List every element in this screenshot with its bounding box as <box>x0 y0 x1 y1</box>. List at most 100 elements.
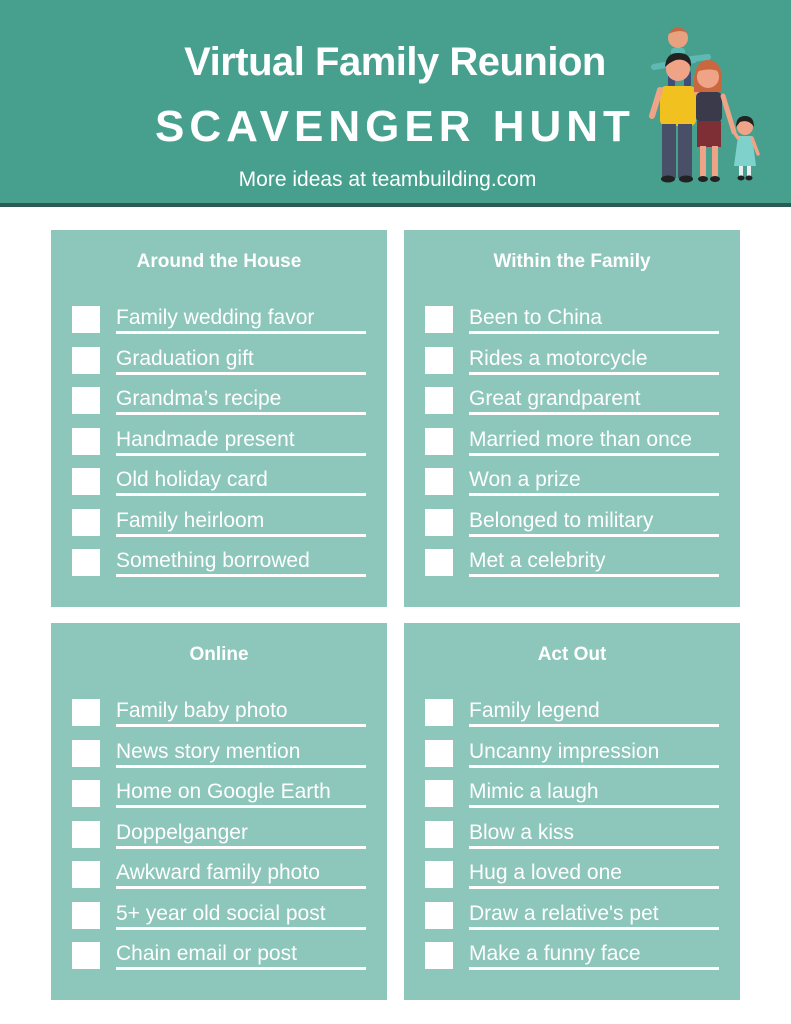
item-label: Graduation gift <box>116 345 366 375</box>
list-item: Belonged to military <box>425 507 725 548</box>
checkbox[interactable] <box>425 549 453 576</box>
item-label: Rides a motorcycle <box>469 345 719 375</box>
item-label: Mimic a laugh <box>469 778 719 808</box>
checkbox[interactable] <box>425 387 453 414</box>
section-within-the-family: Within the Family Been to China Rides a … <box>404 230 740 607</box>
checkbox[interactable] <box>72 427 100 455</box>
list-item: News story mention <box>72 738 372 779</box>
checkbox[interactable] <box>72 387 100 414</box>
list-item: Rides a motorcycle <box>425 345 725 386</box>
checklist: Been to China Rides a motorcycle Great g… <box>425 304 725 588</box>
family-illustration-icon <box>649 27 760 183</box>
list-item: Home on Google Earth <box>72 778 372 819</box>
checklist: Family baby photo News story mention Hom… <box>72 697 372 981</box>
list-item: Something borrowed <box>72 547 372 588</box>
item-label: News story mention <box>116 738 366 768</box>
item-label: Grandma’s recipe <box>116 385 366 415</box>
list-item: Grandma’s recipe <box>72 385 372 426</box>
list-item: Married more than once <box>425 426 725 467</box>
item-label: Belonged to military <box>469 507 719 537</box>
checkbox[interactable] <box>72 780 100 807</box>
checkbox[interactable] <box>425 468 453 495</box>
section-online: Online Family baby photo News story ment… <box>51 623 387 1000</box>
item-label: Uncanny impression <box>469 738 719 768</box>
list-item: Family baby photo <box>72 697 372 738</box>
item-label: Doppelganger <box>116 819 366 849</box>
tagline-link[interactable]: More ideas at teambuilding.com <box>100 166 675 194</box>
header-banner: Virtual Family Reunion SCAVENGER HUNT Mo… <box>0 0 791 203</box>
item-label: Old holiday card <box>116 466 366 496</box>
checkbox[interactable] <box>72 820 100 848</box>
checkbox[interactable] <box>425 306 453 333</box>
section-title: Around the House <box>136 251 302 272</box>
mother-figure-icon <box>694 60 737 182</box>
checkbox[interactable] <box>425 699 453 726</box>
checkbox[interactable] <box>425 901 453 929</box>
item-label: Family wedding favor <box>116 304 366 334</box>
item-label: Home on Google Earth <box>116 778 366 808</box>
checkbox[interactable] <box>72 306 100 333</box>
section-title: Online <box>189 644 249 665</box>
header-divider <box>0 203 791 207</box>
checkbox[interactable] <box>425 942 453 969</box>
list-item: Family legend <box>425 697 725 738</box>
list-item: Draw a relative's pet <box>425 900 725 941</box>
item-label: Draw a relative's pet <box>469 900 719 930</box>
checkbox[interactable] <box>425 427 453 455</box>
list-item: Graduation gift <box>72 345 372 386</box>
checkbox[interactable] <box>72 508 100 536</box>
item-label: Hug a loved one <box>469 859 719 889</box>
list-item: 5+ year old social post <box>72 900 372 941</box>
checklist: Family wedding favor Graduation gift Gra… <box>72 304 372 588</box>
item-label: Awkward family photo <box>116 859 366 889</box>
list-item: Family wedding favor <box>72 304 372 345</box>
item-label: Family heirloom <box>116 507 366 537</box>
section-around-the-house: Around the House Family wedding favor Gr… <box>51 230 387 607</box>
item-label: Married more than once <box>469 426 719 456</box>
section-title: Act Out <box>537 644 607 665</box>
item-label: Been to China <box>469 304 719 334</box>
item-label: 5+ year old social post <box>116 900 366 930</box>
page-title: Virtual Family Reunion <box>184 40 606 84</box>
checkbox[interactable] <box>72 861 100 888</box>
list-item: Won a prize <box>425 466 725 507</box>
checkbox[interactable] <box>72 468 100 495</box>
list-item: Awkward family photo <box>72 859 372 900</box>
list-item: Met a celebrity <box>425 547 725 588</box>
item-label: Make a funny face <box>469 940 719 970</box>
section-title: Within the Family <box>493 251 651 272</box>
item-label: Handmade present <box>116 426 366 456</box>
checkbox[interactable] <box>72 346 100 374</box>
item-label: Something borrowed <box>116 547 366 577</box>
item-label: Great grandparent <box>469 385 719 415</box>
list-item: Family heirloom <box>72 507 372 548</box>
list-item: Hug a loved one <box>425 859 725 900</box>
item-label: Won a prize <box>469 466 719 496</box>
checkbox[interactable] <box>72 901 100 929</box>
checkbox[interactable] <box>425 780 453 807</box>
list-item: Uncanny impression <box>425 738 725 779</box>
checkbox[interactable] <box>425 739 453 767</box>
list-item: Blow a kiss <box>425 819 725 860</box>
item-label: Blow a kiss <box>469 819 719 849</box>
item-label: Chain email or post <box>116 940 366 970</box>
list-item: Doppelganger <box>72 819 372 860</box>
list-item: Mimic a laugh <box>425 778 725 819</box>
checkbox[interactable] <box>72 942 100 969</box>
checkbox[interactable] <box>72 739 100 767</box>
daughter-figure-icon <box>732 116 760 181</box>
checkbox[interactable] <box>425 508 453 536</box>
list-item: Old holiday card <box>72 466 372 507</box>
section-act-out: Act Out Family legend Uncanny impression… <box>404 623 740 1000</box>
checklist: Family legend Uncanny impression Mimic a… <box>425 697 725 981</box>
checkbox[interactable] <box>425 820 453 848</box>
checkbox[interactable] <box>72 549 100 576</box>
item-label: Family legend <box>469 697 719 727</box>
item-label: Met a celebrity <box>469 547 719 577</box>
list-item: Been to China <box>425 304 725 345</box>
checkbox[interactable] <box>72 699 100 726</box>
checkbox[interactable] <box>425 346 453 374</box>
list-item: Make a funny face <box>425 940 725 981</box>
checkbox[interactable] <box>425 861 453 888</box>
page-subtitle: SCAVENGER HUNT <box>155 102 635 151</box>
